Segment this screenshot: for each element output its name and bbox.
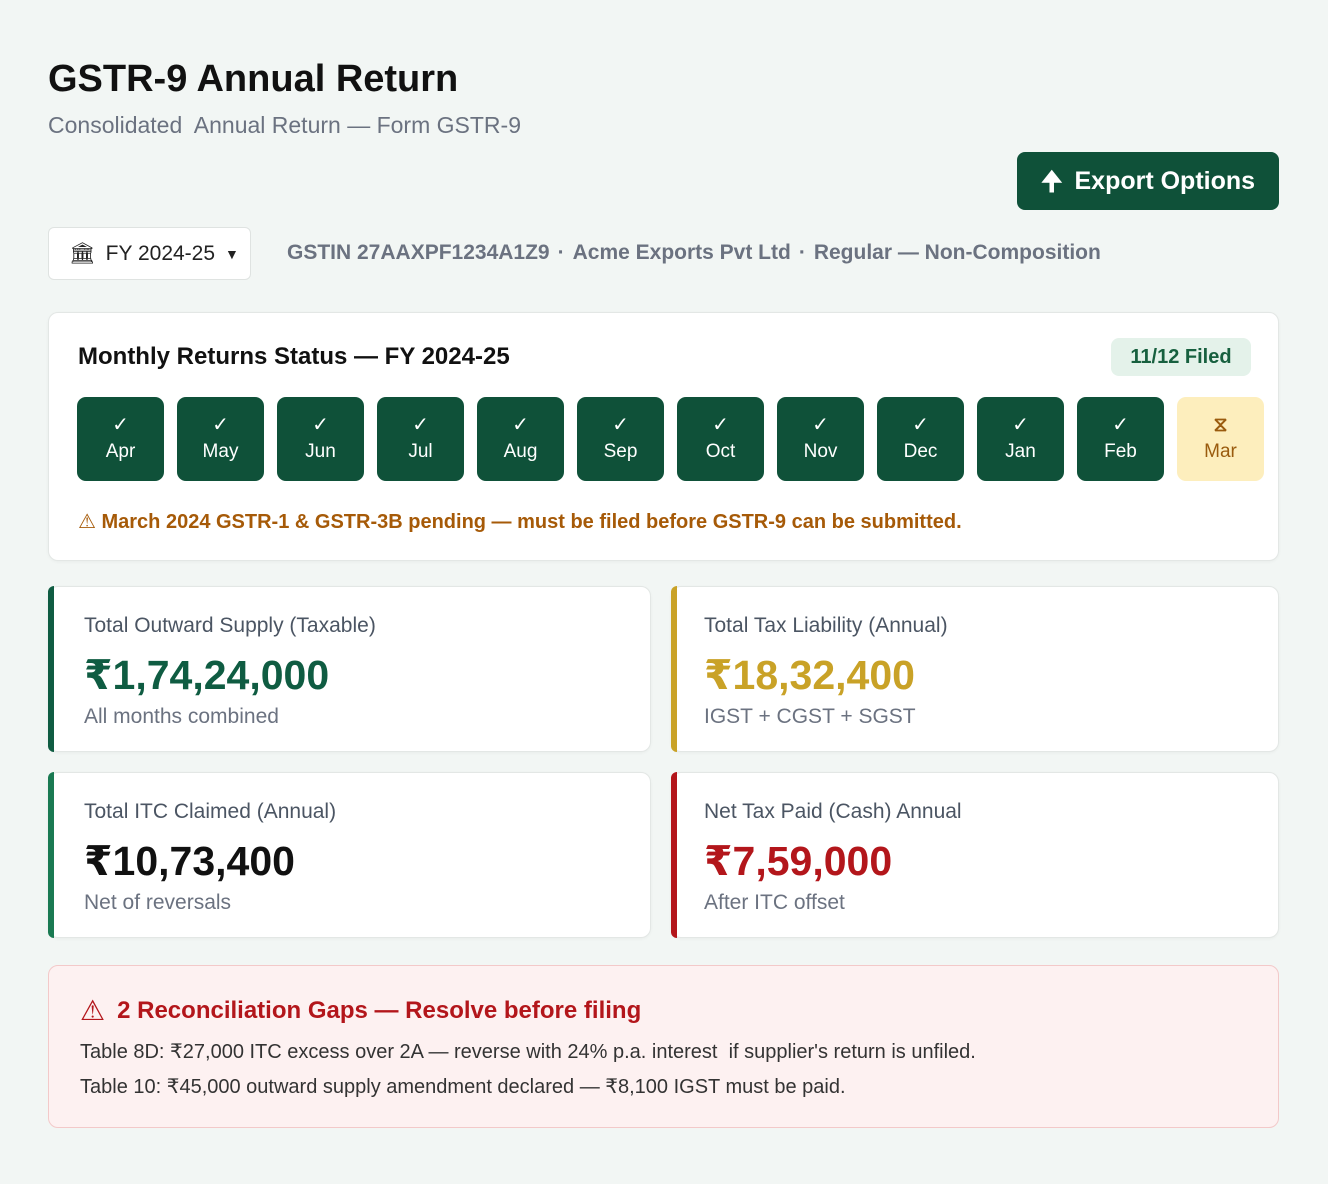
metric-note: IGST + CGST + SGST: [704, 705, 916, 728]
accent-bar: [671, 772, 677, 938]
check-icon: ✓: [512, 414, 529, 436]
reconciliation-gaps-alert: ⚠ 2 Reconciliation Gaps — Resolve before…: [48, 965, 1279, 1128]
months-row: ✓ Apr ✓ May ✓ Jun ✓ Jul ✓ Aug ✓ Sep ✓ Oct ✓ Nov …: [77, 397, 1264, 481]
check-icon: ✓: [912, 414, 929, 436]
metric-value: ₹18,32,400: [704, 652, 915, 698]
month-label: May: [202, 441, 239, 462]
pending-returns-warning: ⚠ March 2024 GSTR-1 & GSTR-3B pending — …: [78, 511, 962, 533]
status-card-title: Monthly Returns Status — FY 2024-25: [78, 343, 510, 370]
hourglass-icon: ⧖: [1213, 414, 1228, 436]
export-options-label: Export Options: [1074, 166, 1256, 195]
month-label: Mar: [1204, 441, 1237, 462]
month-label: Nov: [803, 441, 838, 462]
month-tile-mar[interactable]: ⧖ Mar: [1177, 397, 1264, 481]
check-icon: ✓: [1012, 414, 1029, 436]
metric-card-tax-liability: Total Tax Liability (Annual) ₹18,32,400 …: [671, 586, 1279, 752]
month-tile-aug[interactable]: ✓ Aug: [477, 397, 564, 481]
gstin-text: GSTIN 27AAXPF1234A1Z9: [287, 241, 550, 264]
check-icon: ✓: [612, 414, 629, 436]
metric-value: ₹1,74,24,000: [84, 652, 330, 698]
page-title: GSTR-9 Annual Return: [48, 58, 459, 100]
month-tile-jul[interactable]: ✓ Jul: [377, 397, 464, 481]
month-label: Feb: [1104, 441, 1137, 462]
page-subtitle: Consolidated Annual Return — Form GSTR-9: [48, 112, 521, 138]
metric-card-net-tax-paid: Net Tax Paid (Cash) Annual ₹7,59,000 Aft…: [671, 772, 1279, 938]
metric-note: All months combined: [84, 705, 279, 728]
month-label: Dec: [903, 441, 938, 462]
month-tile-dec[interactable]: ✓ Dec: [877, 397, 964, 481]
month-tile-sep[interactable]: ✓ Sep: [577, 397, 664, 481]
month-label: Aug: [503, 441, 538, 462]
separator-dot: ·: [557, 241, 565, 264]
fiscal-year-label: FY 2024-25: [105, 241, 216, 265]
metric-label: Total ITC Claimed (Annual): [84, 800, 337, 823]
separator-dot: ·: [798, 241, 806, 264]
month-tile-feb[interactable]: ✓ Feb: [1077, 397, 1164, 481]
warning-icon: ⚠: [80, 995, 106, 1026]
month-label: Sep: [603, 441, 638, 462]
export-options-button[interactable]: 🠉 Export Options: [1017, 152, 1279, 210]
month-label: Jun: [305, 441, 336, 462]
check-icon: ✓: [112, 414, 129, 436]
metric-card-itc-claimed: Total ITC Claimed (Annual) ₹10,73,400 Ne…: [48, 772, 651, 938]
check-icon: ✓: [312, 414, 329, 436]
fiscal-year-select[interactable]: 🏛 FY 2024-25 ▼: [48, 227, 251, 280]
taxpayer-type: Regular — Non-Composition: [813, 241, 1101, 264]
taxpayer-meta: GSTIN 27AAXPF1234A1Z9 · Acme Exports Pvt L…: [287, 241, 1101, 265]
month-label: Apr: [105, 441, 136, 462]
monthly-returns-status-card: Monthly Returns Status — FY 2024-25 11/1…: [48, 312, 1279, 561]
month-tile-nov[interactable]: ✓ Nov: [777, 397, 864, 481]
bank-icon: 🏛: [69, 241, 96, 265]
upload-arrow-icon: 🠉: [1040, 166, 1063, 196]
company-name: Acme Exports Pvt Ltd: [572, 241, 791, 264]
metric-label: Net Tax Paid (Cash) Annual: [704, 800, 962, 823]
metric-note: After ITC offset: [704, 891, 845, 914]
metric-value: ₹10,73,400: [84, 838, 295, 884]
metric-label: Total Tax Liability (Annual): [704, 614, 948, 637]
alert-line: Table 8D: ₹27,000 ITC excess over 2A — r…: [80, 1041, 976, 1063]
metric-label: Total Outward Supply (Taxable): [84, 614, 376, 637]
month-label: Oct: [705, 441, 736, 462]
check-icon: ✓: [812, 414, 829, 436]
month-tile-oct[interactable]: ✓ Oct: [677, 397, 764, 481]
check-icon: ✓: [212, 414, 229, 436]
accent-bar: [48, 586, 54, 752]
month-tile-may[interactable]: ✓ May: [177, 397, 264, 481]
month-tile-jun[interactable]: ✓ Jun: [277, 397, 364, 481]
check-icon: ✓: [712, 414, 729, 436]
alert-title-text: 2 Reconciliation Gaps — Resolve before f…: [117, 996, 642, 1024]
month-label: Jan: [1005, 441, 1036, 462]
metric-note: Net of reversals: [84, 891, 232, 914]
alert-line: Table 10: ₹45,000 outward supply amendme…: [80, 1076, 846, 1098]
month-tile-apr[interactable]: ✓ Apr: [77, 397, 164, 481]
month-label: Jul: [408, 441, 433, 462]
metric-value: ₹7,59,000: [704, 838, 893, 884]
accent-bar: [671, 586, 677, 752]
month-tile-jan[interactable]: ✓ Jan: [977, 397, 1064, 481]
check-icon: ✓: [1112, 414, 1129, 436]
accent-bar: [48, 772, 54, 938]
alert-title: ⚠ 2 Reconciliation Gaps — Resolve before…: [80, 994, 641, 1027]
chevron-down-icon: ▼: [225, 245, 239, 262]
filed-count-badge: 11/12 Filed: [1111, 338, 1251, 376]
metric-card-outward-supply: Total Outward Supply (Taxable) ₹1,74,24,…: [48, 586, 651, 752]
check-icon: ✓: [412, 414, 429, 436]
